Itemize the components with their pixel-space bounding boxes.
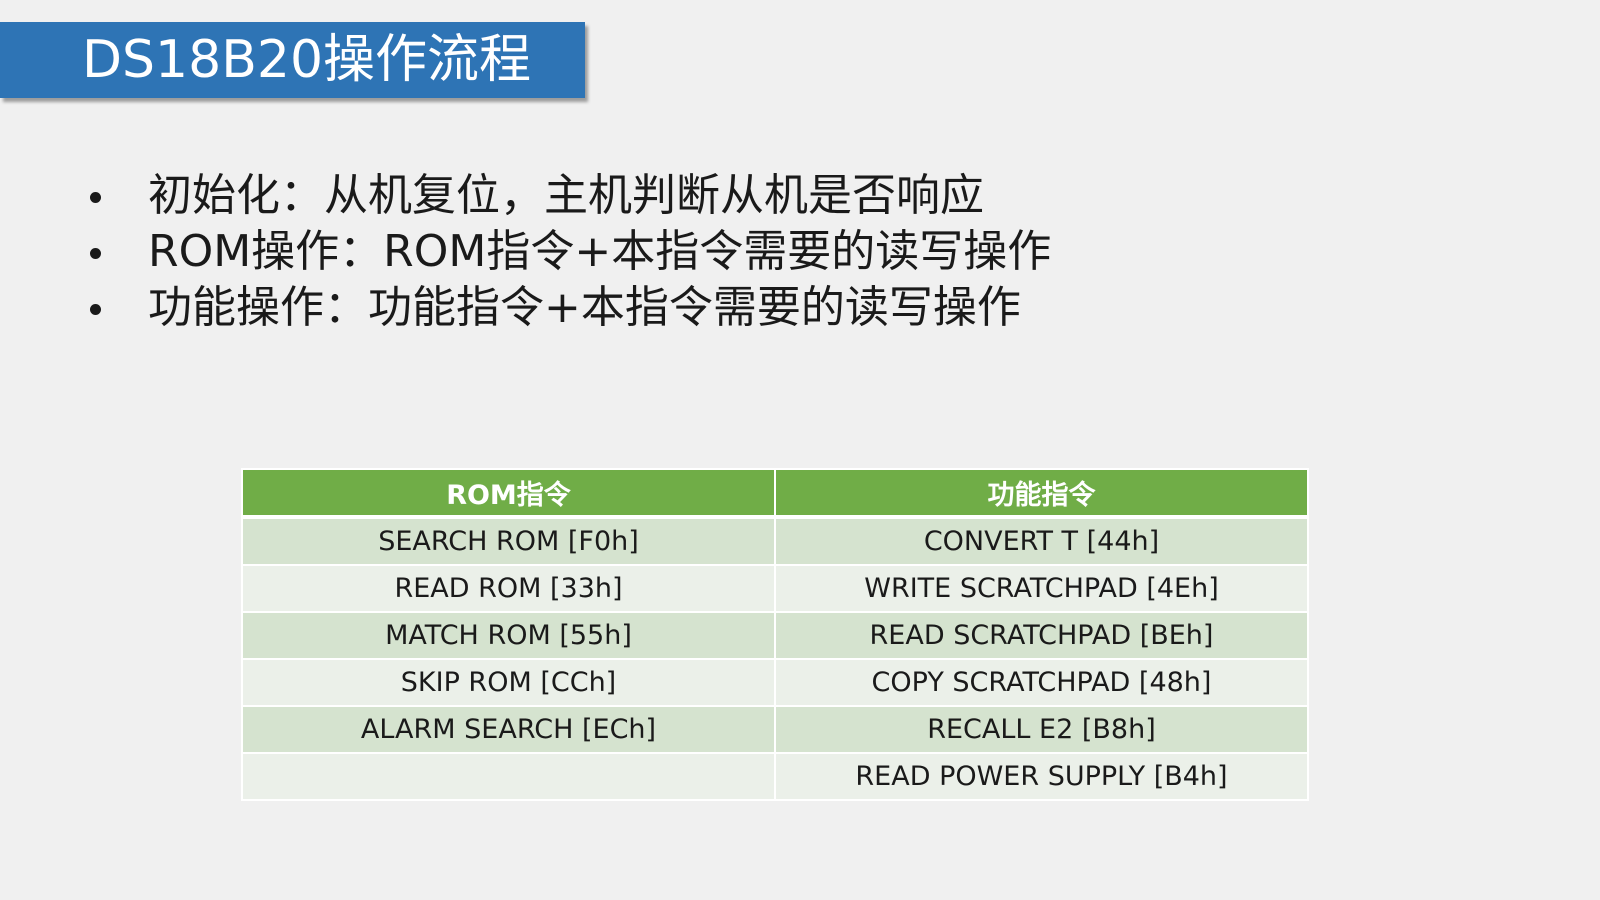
bullet-item: ROM操作：ROM指令+本指令需要的读写操作	[86, 224, 1051, 280]
bullet-list: 初始化：从机复位，主机判断从机是否响应 ROM操作：ROM指令+本指令需要的读写…	[86, 168, 1051, 336]
rom-command-cell: SEARCH ROM [F0h]	[241, 516, 776, 566]
bullet-text: 功能操作：功能指令+本指令需要的读写操作	[148, 282, 1021, 333]
table-row: SEARCH ROM [F0h] CONVERT T [44h]	[241, 516, 1309, 566]
bullet-dot-icon	[90, 248, 101, 259]
header-function-commands: 功能指令	[774, 468, 1309, 519]
rom-command-cell: READ ROM [33h]	[241, 564, 776, 613]
bullet-text: ROM操作：ROM指令+本指令需要的读写操作	[148, 226, 1052, 277]
bullet-item: 功能操作：功能指令+本指令需要的读写操作	[86, 280, 1051, 336]
slide-title: DS18B20操作流程	[0, 22, 585, 98]
header-rom-commands: ROM指令	[241, 468, 776, 519]
bullet-text: 初始化：从机复位，主机判断从机是否响应	[148, 170, 984, 221]
rom-command-cell: SKIP ROM [CCh]	[241, 658, 776, 707]
table-row: SKIP ROM [CCh] COPY SCRATCHPAD [48h]	[241, 658, 1309, 707]
table-row: READ ROM [33h] WRITE SCRATCHPAD [4Eh]	[241, 564, 1309, 613]
function-command-cell: WRITE SCRATCHPAD [4Eh]	[774, 564, 1309, 613]
rom-command-cell: ALARM SEARCH [ECh]	[241, 705, 776, 754]
bullet-item: 初始化：从机复位，主机判断从机是否响应	[86, 168, 1051, 224]
table-row: READ POWER SUPPLY [B4h]	[241, 752, 1309, 801]
function-command-cell: COPY SCRATCHPAD [48h]	[774, 658, 1309, 707]
function-command-cell: RECALL E2 [B8h]	[774, 705, 1309, 754]
bullet-dot-icon	[90, 192, 101, 203]
function-command-cell: READ SCRATCHPAD [BEh]	[774, 611, 1309, 660]
command-table: ROM指令 功能指令 SEARCH ROM [F0h] CONVERT T [4…	[241, 468, 1309, 801]
table-row: ALARM SEARCH [ECh] RECALL E2 [B8h]	[241, 705, 1309, 754]
table-header-row: ROM指令 功能指令	[241, 468, 1309, 519]
function-command-cell: READ POWER SUPPLY [B4h]	[774, 752, 1309, 801]
bullet-dot-icon	[90, 304, 101, 315]
rom-command-cell: MATCH ROM [55h]	[241, 611, 776, 660]
function-command-cell: CONVERT T [44h]	[774, 516, 1309, 566]
rom-command-cell	[241, 752, 776, 801]
table-row: MATCH ROM [55h] READ SCRATCHPAD [BEh]	[241, 611, 1309, 660]
